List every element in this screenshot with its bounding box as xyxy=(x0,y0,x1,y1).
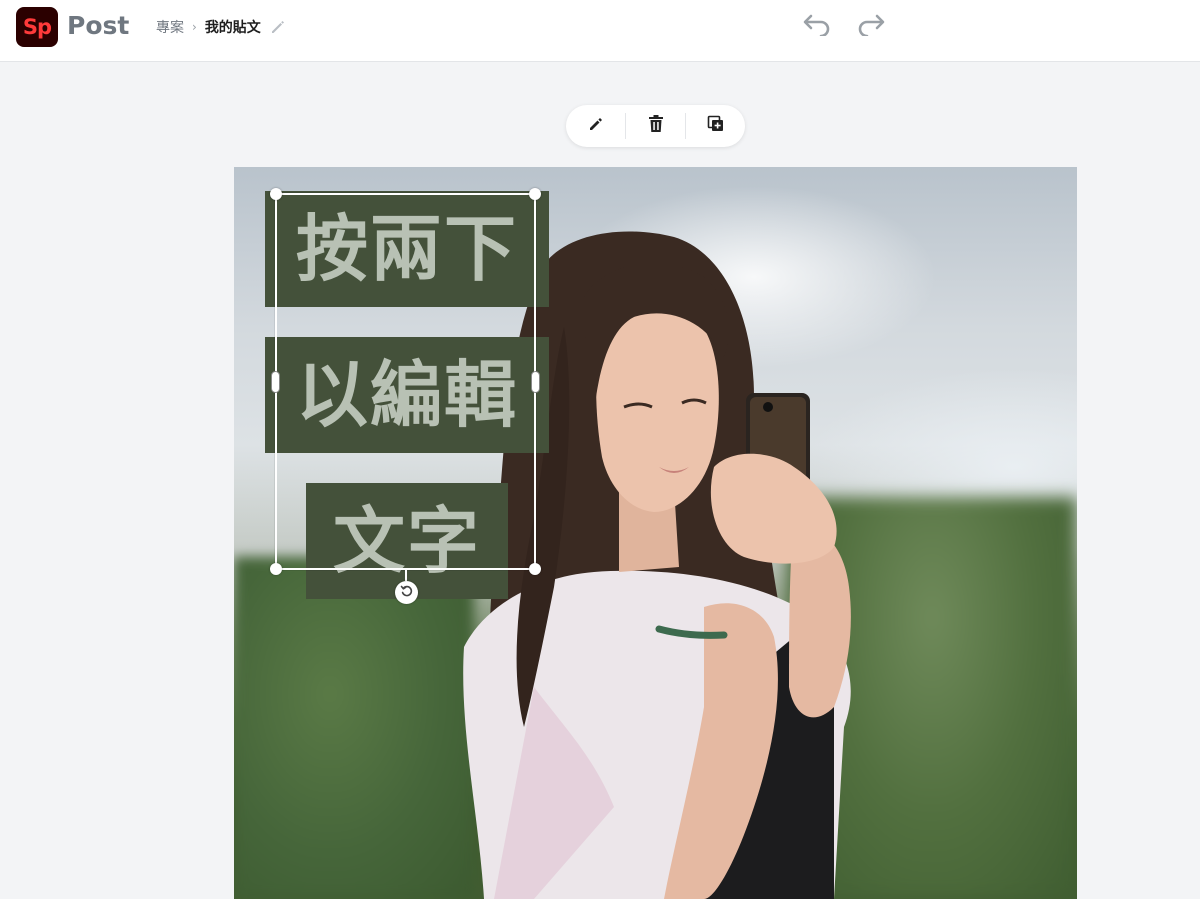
element-toolbar xyxy=(566,105,745,147)
breadcrumb: 專案 › 我的貼文 xyxy=(156,17,287,37)
resize-handle-top-right[interactable] xyxy=(529,188,541,200)
edit-button[interactable] xyxy=(566,105,625,147)
resize-handle-bottom-left[interactable] xyxy=(270,563,282,575)
resize-handle-left[interactable] xyxy=(271,371,280,393)
selection-box[interactable] xyxy=(270,188,541,604)
history-controls xyxy=(800,12,888,40)
app-name: Post xyxy=(67,11,130,40)
app-logo-text: Sp xyxy=(22,15,52,39)
top-bar: Sp Post 專案 › 我的貼文 xyxy=(0,0,1200,62)
resize-handle-top-left[interactable] xyxy=(270,188,282,200)
delete-button[interactable] xyxy=(626,105,685,147)
duplicate-button[interactable] xyxy=(686,105,745,147)
rename-pencil-icon[interactable] xyxy=(269,18,287,36)
redo-button[interactable] xyxy=(854,12,888,40)
duplicate-icon xyxy=(707,115,725,137)
redo-icon xyxy=(856,12,886,40)
resize-handle-bottom-right[interactable] xyxy=(529,563,541,575)
rotate-stem xyxy=(405,570,407,581)
breadcrumb-separator: › xyxy=(192,20,197,34)
rotate-icon xyxy=(400,583,414,602)
resize-handle-right[interactable] xyxy=(531,371,540,393)
trash-icon xyxy=(647,114,665,138)
undo-button[interactable] xyxy=(800,12,834,40)
rotate-handle[interactable] xyxy=(395,581,418,604)
app-logo[interactable]: Sp xyxy=(16,7,58,47)
document-title: 我的貼文 xyxy=(204,20,261,36)
pencil-icon xyxy=(587,115,605,137)
breadcrumb-projects-link[interactable]: 專案 xyxy=(156,17,184,37)
design-canvas[interactable]: 按兩下 以編輯 文字 xyxy=(234,167,1077,899)
undo-icon xyxy=(802,12,832,40)
